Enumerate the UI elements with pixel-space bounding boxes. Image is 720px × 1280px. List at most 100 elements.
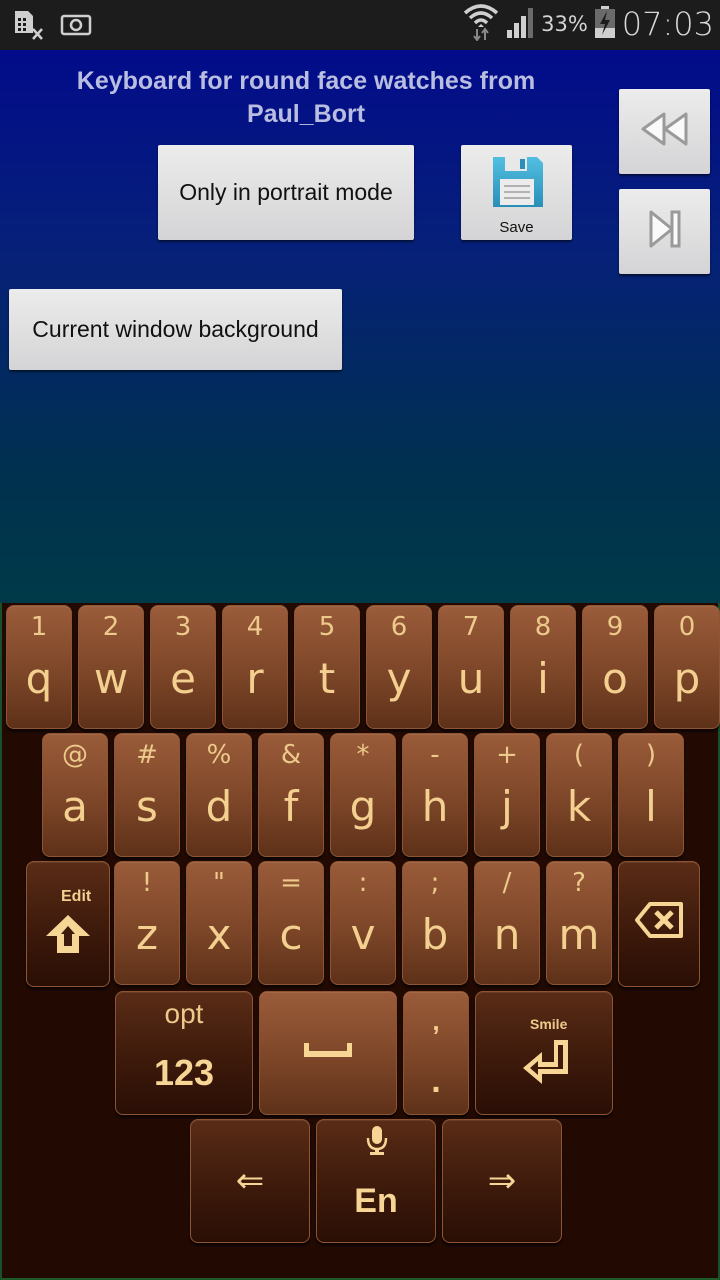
- key-secondary-label: ?: [572, 868, 586, 898]
- key-secondary-label: 6: [390, 612, 408, 642]
- opt-123-key[interactable]: opt 123: [115, 991, 253, 1115]
- key-primary-label: m: [558, 910, 600, 959]
- key-w[interactable]: 2w: [78, 605, 144, 729]
- key-r[interactable]: 4r: [222, 605, 288, 729]
- key-primary-label: s: [136, 782, 158, 831]
- window-background-button[interactable]: Current window background: [9, 289, 342, 370]
- key-secondary-label: !: [141, 868, 153, 898]
- keyboard: Edit opt 123 , . Smile ⇐ En ⇒ 1 q 2 w 3 …: [0, 603, 720, 1280]
- key-primary-label: o: [602, 654, 628, 703]
- punctuation-key[interactable]: , .: [403, 991, 469, 1115]
- enter-icon: [520, 1036, 572, 1093]
- key-secondary-label: :: [358, 868, 368, 898]
- key-c[interactable]: = c: [258, 861, 324, 985]
- page-title: Keyboard for round face watches from Pau…: [76, 67, 536, 128]
- key-k[interactable]: (k: [546, 733, 612, 857]
- status-bar: 33% 07:03: [0, 0, 720, 50]
- key-o[interactable]: 9o: [582, 605, 648, 729]
- sim-card-missing-icon: [12, 9, 46, 46]
- key-primary-label: u: [457, 654, 485, 703]
- key-primary-label: n: [493, 910, 521, 959]
- key-secondary-label: %: [206, 740, 232, 770]
- key-secondary-label: *: [356, 740, 370, 770]
- key-primary-label: g: [349, 782, 377, 831]
- skip-next-button[interactable]: [619, 189, 710, 274]
- rewind-button[interactable]: [619, 89, 710, 174]
- key-primary-label: b: [421, 910, 449, 959]
- key-s[interactable]: # s: [114, 733, 180, 857]
- backspace-icon: [634, 901, 684, 944]
- key-a[interactable]: @ a: [42, 733, 108, 857]
- key-l[interactable]: ) l: [618, 733, 684, 857]
- key-primary-label: a: [62, 782, 88, 831]
- clock: 07:03: [621, 5, 714, 43]
- key-u[interactable]: 7u: [438, 605, 504, 729]
- language-key[interactable]: En: [316, 1119, 436, 1243]
- key-b[interactable]: ; b: [402, 861, 468, 985]
- key-v[interactable]: :v: [330, 861, 396, 985]
- key-primary-label: h: [421, 782, 449, 831]
- key-x[interactable]: " x: [186, 861, 252, 985]
- battery-percent: 33%: [541, 12, 588, 36]
- key-primary-label: t: [318, 654, 336, 703]
- key-primary-label: q: [25, 654, 53, 703]
- shift-key[interactable]: Edit: [26, 861, 110, 987]
- key-secondary-label: ": [213, 868, 225, 898]
- key-f[interactable]: & f: [258, 733, 324, 857]
- rewind-icon: [640, 111, 690, 153]
- key-m[interactable]: ? m: [546, 861, 612, 985]
- key-secondary-label: /: [502, 868, 512, 898]
- key-primary-label: d: [205, 782, 233, 831]
- key-secondary-label: 8: [534, 612, 552, 642]
- key-h[interactable]: -h: [402, 733, 468, 857]
- key-n[interactable]: / n: [474, 861, 540, 985]
- key-g[interactable]: * g: [330, 733, 396, 857]
- backspace-key[interactable]: [618, 861, 700, 987]
- key-primary-label: k: [566, 782, 592, 831]
- key-t[interactable]: 5t: [294, 605, 360, 729]
- space-key[interactable]: [259, 991, 397, 1115]
- key-primary-label: p: [673, 654, 701, 703]
- key-primary-label: z: [135, 910, 159, 959]
- key-d[interactable]: % d: [186, 733, 252, 857]
- key-secondary-label: 4: [246, 612, 264, 642]
- key-secondary-label: 2: [102, 612, 120, 642]
- screenshot-icon: [60, 13, 92, 42]
- left-arrow-label: ⇐: [235, 1161, 265, 1201]
- language-label: En: [354, 1182, 398, 1220]
- enter-key[interactable]: Smile: [475, 991, 613, 1115]
- key-z[interactable]: ! z: [114, 861, 180, 985]
- key-q[interactable]: 1q: [6, 605, 72, 729]
- cursor-left-key[interactable]: ⇐: [190, 1119, 310, 1243]
- shift-arrow-icon: [43, 912, 93, 961]
- signal-icon: [505, 6, 535, 43]
- key-secondary-label: =: [280, 868, 302, 898]
- floppy-disk-icon: [489, 153, 545, 217]
- key-primary-label: x: [206, 910, 232, 959]
- save-label: Save: [499, 219, 534, 236]
- key-secondary-label: @: [62, 740, 88, 770]
- key-i[interactable]: 8i: [510, 605, 576, 729]
- key-e[interactable]: 3e: [150, 605, 216, 729]
- cursor-right-key[interactable]: ⇒: [442, 1119, 562, 1243]
- key-primary-label: y: [386, 654, 412, 703]
- key-primary-label: j: [501, 782, 513, 831]
- key-secondary-label: 9: [606, 612, 624, 642]
- skip-next-icon: [648, 209, 682, 255]
- key-secondary-label: 1: [30, 612, 48, 642]
- key-p[interactable]: 0p: [654, 605, 720, 729]
- key-primary-label: r: [246, 654, 264, 703]
- key-primary-label: v: [350, 910, 376, 959]
- save-button[interactable]: Save: [461, 145, 572, 240]
- numbers-label: 123: [153, 1052, 215, 1093]
- edit-label: Edit: [61, 888, 92, 905]
- key-j[interactable]: + j: [474, 733, 540, 857]
- key-secondary-label: +: [496, 740, 518, 770]
- space-bar-icon: [302, 1041, 354, 1066]
- key-primary-label: l: [645, 782, 657, 831]
- key-secondary-label: 5: [318, 612, 336, 642]
- key-y[interactable]: 6y: [366, 605, 432, 729]
- portrait-mode-button[interactable]: Only in portrait mode: [158, 145, 414, 240]
- key-secondary-label: 3: [174, 612, 192, 642]
- battery-charging-icon: [594, 5, 616, 44]
